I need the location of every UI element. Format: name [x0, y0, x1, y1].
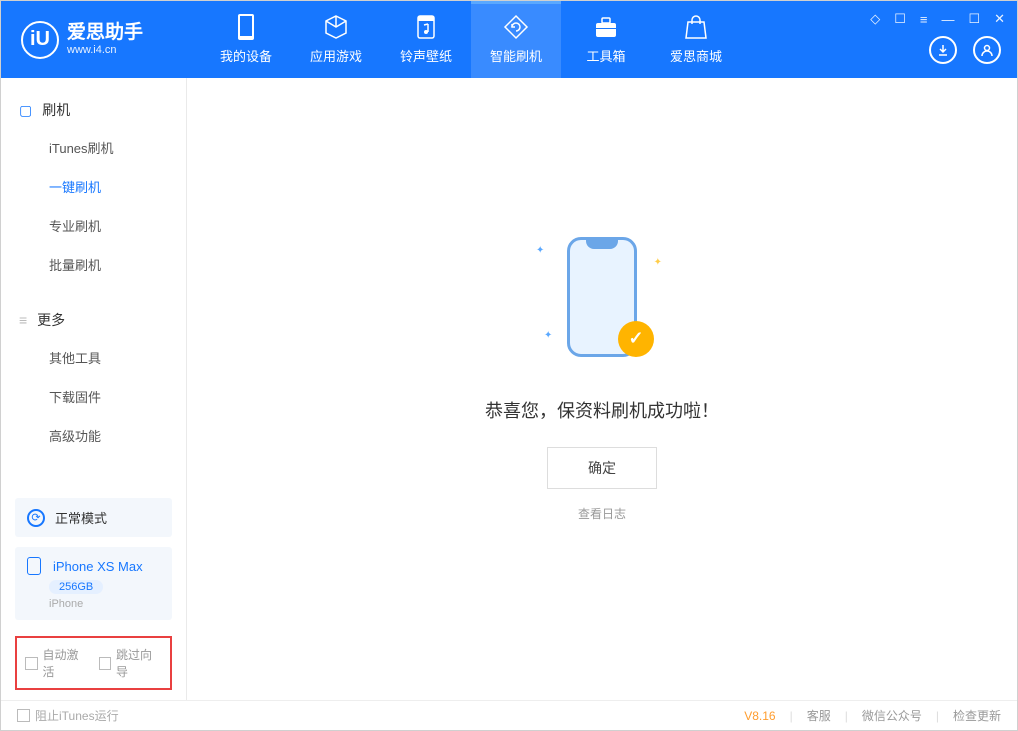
checkbox-label: 自动激活 [43, 646, 89, 680]
sidebar-section-flash: ▢ 刷机 iTunes刷机 一键刷机 专业刷机 批量刷机 [1, 78, 186, 288]
sidebar-item-itunes-flash[interactable]: iTunes刷机 [1, 128, 186, 167]
nav-store[interactable]: 爱思商城 [651, 1, 741, 78]
skin-icon[interactable]: ◇ [868, 9, 882, 29]
phone-outline-icon: ▢ [19, 102, 32, 119]
app-title: 爱思助手 [67, 22, 143, 45]
phone-icon [27, 557, 41, 575]
close-icon[interactable]: ✕ [992, 9, 1007, 29]
menu-icon[interactable]: ≡ [918, 10, 930, 29]
nav-label: 爱思商城 [670, 46, 722, 65]
nav-label: 铃声壁纸 [400, 46, 452, 65]
check-update-link[interactable]: 检查更新 [953, 707, 1001, 724]
device-type: iPhone [49, 598, 160, 610]
check-badge-icon: ✓ [618, 321, 654, 357]
checkbox-label: 阻止iTunes运行 [35, 707, 119, 724]
auto-activate-checkbox[interactable]: 自动激活 [25, 646, 89, 680]
flash-options-highlight: 自动激活 跳过向导 [15, 636, 172, 690]
window-controls: ◇ ☐ ≡ — ☐ ✕ [868, 9, 1007, 29]
nav-flash[interactable]: 智能刷机 [471, 1, 561, 78]
sparkle-icon: ✦ [654, 257, 662, 268]
main-content: ✦ ✦ ✦ ✓ 恭喜您，保资料刷机成功啦！ 确定 查看日志 [187, 78, 1017, 700]
footer: 阻止iTunes运行 V8.16 | 客服 | 微信公众号 | 检查更新 [1, 700, 1017, 730]
block-itunes-checkbox[interactable]: 阻止iTunes运行 [17, 707, 119, 724]
sidebar-header-flash[interactable]: ▢ 刷机 [1, 92, 186, 128]
support-link[interactable]: 客服 [807, 707, 831, 724]
checkbox-icon [17, 709, 30, 722]
view-log-link[interactable]: 查看日志 [578, 505, 626, 522]
checkbox-icon [99, 657, 112, 670]
checkbox-icon [25, 657, 38, 670]
list-icon: ≡ [19, 312, 27, 328]
nav-label: 智能刷机 [490, 46, 542, 65]
refresh-icon [503, 14, 529, 40]
sidebar-item-oneclick-flash[interactable]: 一键刷机 [1, 167, 186, 206]
main-nav: 我的设备 应用游戏 铃声壁纸 智能刷机 工具箱 爱思商城 [201, 1, 741, 78]
sidebar-devices: ⟳ 正常模式 iPhone XS Max 256GB iPhone [1, 488, 186, 630]
wechat-link[interactable]: 微信公众号 [862, 707, 922, 724]
nav-my-device[interactable]: 我的设备 [201, 1, 291, 78]
user-button[interactable] [973, 36, 1001, 64]
nav-label: 应用游戏 [310, 46, 362, 65]
device-name: iPhone XS Max [53, 559, 143, 574]
mode-icon: ⟳ [27, 509, 45, 527]
sidebar-header-label: 更多 [37, 310, 65, 330]
sparkle-icon: ✦ [536, 245, 544, 256]
sidebar-section-more: ≡ 更多 其他工具 下载固件 高级功能 [1, 288, 186, 459]
nav-label: 我的设备 [220, 46, 272, 65]
ok-button[interactable]: 确定 [547, 447, 657, 489]
cube-icon [323, 14, 349, 40]
sidebar-item-download-firmware[interactable]: 下载固件 [1, 377, 186, 416]
sidebar-item-advanced[interactable]: 高级功能 [1, 416, 186, 455]
mode-label: 正常模式 [55, 508, 107, 527]
download-button[interactable] [929, 36, 957, 64]
logo[interactable]: iU 爱思助手 www.i4.cn [1, 21, 201, 59]
maximize-icon[interactable]: ☐ [966, 9, 982, 29]
sidebar-item-other-tools[interactable]: 其他工具 [1, 338, 186, 377]
nav-label: 工具箱 [586, 46, 625, 65]
device-card[interactable]: iPhone XS Max 256GB iPhone [15, 547, 172, 620]
sidebar-header-label: 刷机 [42, 100, 70, 120]
sidebar-item-batch-flash[interactable]: 批量刷机 [1, 245, 186, 284]
success-illustration: ✦ ✦ ✦ ✓ [522, 217, 682, 377]
sidebar-header-more[interactable]: ≡ 更多 [1, 302, 186, 338]
toolbox-icon [593, 14, 619, 40]
version-label: V8.16 [744, 709, 775, 723]
nav-apps-games[interactable]: 应用游戏 [291, 1, 381, 78]
storage-badge: 256GB [49, 580, 103, 594]
nav-ringtones[interactable]: 铃声壁纸 [381, 1, 471, 78]
mode-card[interactable]: ⟳ 正常模式 [15, 498, 172, 537]
app-url: www.i4.cn [67, 44, 143, 57]
sparkle-icon: ✦ [544, 330, 552, 341]
music-icon [413, 14, 439, 40]
checkbox-label: 跳过向导 [116, 646, 162, 680]
store-icon [683, 14, 709, 40]
header: iU 爱思助手 www.i4.cn 我的设备 应用游戏 铃声壁纸 智能刷机 工具… [1, 1, 1017, 78]
skip-guide-checkbox[interactable]: 跳过向导 [99, 646, 163, 680]
success-message: 恭喜您，保资料刷机成功啦！ [485, 397, 719, 423]
sidebar-item-pro-flash[interactable]: 专业刷机 [1, 206, 186, 245]
nav-toolbox[interactable]: 工具箱 [561, 1, 651, 78]
sidebar: ▢ 刷机 iTunes刷机 一键刷机 专业刷机 批量刷机 ≡ 更多 其他工具 下… [1, 78, 187, 700]
logo-icon: iU [21, 21, 59, 59]
body: ▢ 刷机 iTunes刷机 一键刷机 专业刷机 批量刷机 ≡ 更多 其他工具 下… [1, 78, 1017, 700]
feedback-icon[interactable]: ☐ [892, 9, 908, 29]
minimize-icon[interactable]: — [939, 10, 956, 29]
device-icon [233, 14, 259, 40]
